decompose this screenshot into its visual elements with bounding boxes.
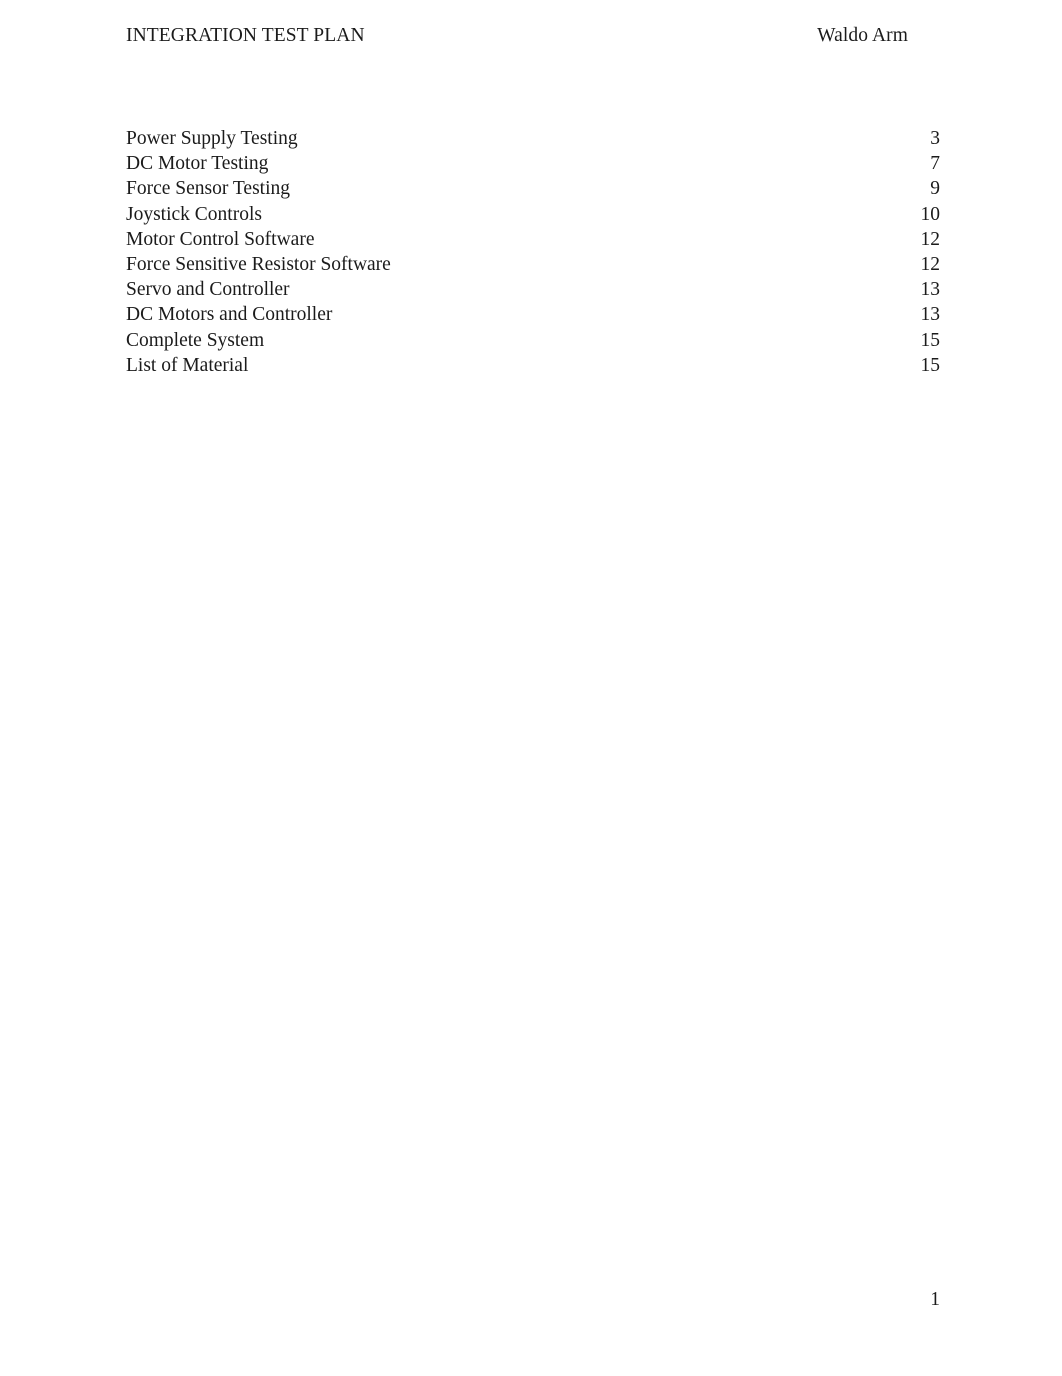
- page-content: INTEGRATION TEST PLAN Waldo Arm Power Su…: [126, 0, 940, 378]
- toc-entry-page: 15: [920, 329, 941, 351]
- toc-entry[interactable]: Force Sensitive Resistor Software 12: [126, 252, 940, 277]
- toc-entry-page: 9: [930, 178, 940, 200]
- toc-entry-page: 15: [920, 354, 941, 376]
- document-page: INTEGRATION TEST PLAN Waldo Arm Power Su…: [0, 0, 1062, 1376]
- table-of-contents: Power Supply Testing 3 DC Motor Testing …: [126, 126, 940, 378]
- toc-entry-title: Force Sensitive Resistor Software: [126, 253, 391, 275]
- toc-entry-page: 7: [930, 153, 940, 175]
- toc-entry-title: Servo and Controller: [126, 279, 290, 301]
- toc-entry-page: 13: [920, 304, 941, 326]
- toc-entry-title: DC Motor Testing: [126, 153, 269, 175]
- document-header: INTEGRATION TEST PLAN Waldo Arm: [126, 24, 940, 48]
- toc-entry-page: 12: [920, 228, 941, 250]
- toc-entry-title: List of Material: [126, 354, 249, 376]
- toc-entry-title: Force Sensor Testing: [126, 178, 291, 200]
- toc-entry[interactable]: Power Supply Testing 3: [126, 126, 940, 151]
- toc-entry[interactable]: Complete System 15: [126, 328, 940, 353]
- toc-entry-title: Power Supply Testing: [126, 128, 298, 149]
- footer-page-number: 1: [930, 1289, 940, 1310]
- toc-entry[interactable]: Force Sensor Testing 9: [126, 176, 940, 201]
- toc-entry[interactable]: List of Material 15: [126, 353, 940, 378]
- header-document-title: INTEGRATION TEST PLAN: [126, 25, 365, 46]
- toc-entry-page: 10: [920, 203, 941, 225]
- toc-entry-page: 12: [920, 253, 941, 275]
- document-footer: 1: [126, 1288, 940, 1312]
- header-project-name: Waldo Arm: [817, 25, 908, 46]
- toc-entry[interactable]: DC Motor Testing 7: [126, 151, 940, 176]
- toc-entry[interactable]: Joystick Controls 10: [126, 202, 940, 227]
- toc-entry[interactable]: Motor Control Software 12: [126, 227, 940, 252]
- toc-entry-title: Joystick Controls: [126, 203, 262, 225]
- toc-entry-title: DC Motors and Controller: [126, 304, 333, 326]
- toc-entry-title: Motor Control Software: [126, 228, 315, 250]
- toc-entry-page: 13: [920, 279, 941, 301]
- toc-entry[interactable]: Servo and Controller 13: [126, 277, 940, 302]
- toc-entry-page: 3: [930, 128, 940, 149]
- toc-entry-title: Complete System: [126, 329, 265, 351]
- toc-entry[interactable]: DC Motors and Controller 13: [126, 302, 940, 327]
